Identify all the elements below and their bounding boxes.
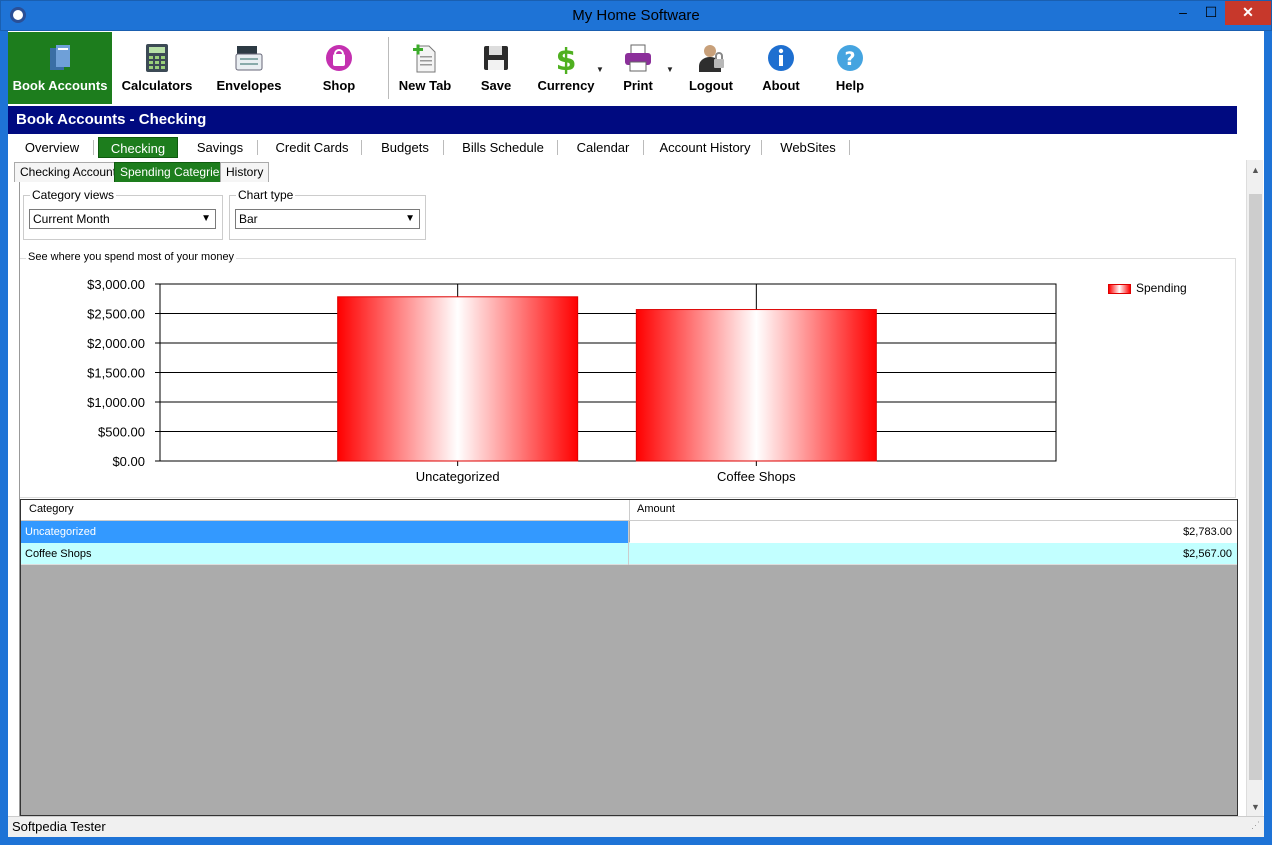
- user-logout-icon: [699, 45, 724, 72]
- main-toolbar: Book Accounts Calculators Envelopes Shop…: [0, 31, 1272, 106]
- about-button[interactable]: About: [748, 32, 814, 104]
- window-frame-right: [1264, 106, 1272, 845]
- subtab-history[interactable]: History: [220, 162, 270, 182]
- x-tick-label: Uncategorized: [416, 469, 500, 484]
- info-icon: [768, 45, 794, 71]
- scroll-down-icon[interactable]: ▼: [1247, 799, 1264, 816]
- amount-cell: $2,567.00: [1183, 548, 1232, 560]
- y-tick-label: $1,000.00: [87, 395, 145, 410]
- maximize-button[interactable]: ☐: [1197, 1, 1225, 25]
- title-bar: My Home Software – ☐ ✕: [0, 0, 1272, 31]
- floppy-disk-icon: [484, 46, 508, 70]
- minimize-button[interactable]: –: [1169, 1, 1197, 25]
- content-panel: Category views Current Month ▼ Chart typ…: [19, 182, 1238, 816]
- spending-table: Category Amount Uncategorized $2,783.00 …: [20, 499, 1238, 816]
- dollar-icon: $: [556, 43, 577, 74]
- legend-swatch: [1108, 284, 1131, 294]
- envelope-icon: [235, 46, 263, 71]
- table-header: Category Amount: [21, 500, 1237, 521]
- y-tick-label: $500.00: [98, 425, 145, 440]
- category-views-group: Category views Current Month ▼: [23, 188, 223, 240]
- scroll-up-icon[interactable]: ▲: [1247, 162, 1264, 179]
- svg-text:?: ?: [844, 48, 855, 70]
- envelopes-button[interactable]: Envelopes: [208, 32, 290, 104]
- close-button[interactable]: ✕: [1225, 1, 1271, 25]
- chart-legend: Spending: [1108, 281, 1218, 297]
- tab-credit-cards[interactable]: Credit Cards: [264, 137, 362, 158]
- category-views-label: Category views: [30, 188, 117, 202]
- chevron-down-icon: ▼: [405, 213, 415, 224]
- category-cell: Uncategorized: [21, 521, 629, 543]
- y-tick-label: $2,000.00: [87, 336, 145, 351]
- window-frame-bottom: [0, 837, 1272, 845]
- chevron-down-icon: ▼: [201, 213, 211, 224]
- calculators-button[interactable]: Calculators: [116, 32, 198, 104]
- question-mark-icon: ?: [837, 45, 863, 71]
- main-tabs: Overview Checking Savings Credit Cards B…: [8, 134, 1246, 160]
- vertical-scrollbar[interactable]: ▲ ▼: [1246, 160, 1263, 816]
- shop-button[interactable]: Shop: [300, 32, 378, 104]
- legend-label: Spending: [1136, 281, 1187, 295]
- new-document-icon: [413, 44, 436, 73]
- y-tick-label: $0.00: [112, 454, 145, 469]
- y-tick-label: $3,000.00: [87, 277, 145, 292]
- column-divider: [629, 500, 630, 521]
- print-dropdown-arrow-icon[interactable]: ▼: [666, 65, 674, 74]
- y-tick-label: $2,500.00: [87, 307, 145, 322]
- chart-type-group: Chart type Bar ▼: [229, 188, 426, 240]
- sub-tabs: Checking Account Spending Categries Hist…: [8, 160, 1246, 182]
- tab-overview[interactable]: Overview: [12, 137, 94, 158]
- window-title: My Home Software: [572, 7, 700, 24]
- calculator-icon: [146, 44, 168, 72]
- books-icon: [50, 45, 70, 70]
- category-views-select[interactable]: Current Month ▼: [29, 209, 216, 229]
- page-title: Book Accounts - Checking: [8, 106, 1237, 134]
- save-button[interactable]: Save: [464, 32, 528, 104]
- scrollbar-thumb[interactable]: [1249, 194, 1262, 780]
- column-header-amount[interactable]: Amount: [637, 503, 675, 515]
- window-frame-left: [0, 106, 8, 845]
- tab-checking[interactable]: Checking: [98, 137, 178, 158]
- tab-websites[interactable]: WebSites: [768, 137, 850, 158]
- print-button[interactable]: Print: [608, 32, 668, 104]
- chart-type-label: Chart type: [236, 188, 296, 202]
- tab-account-history[interactable]: Account History: [650, 137, 762, 158]
- category-cell: Coffee Shops: [21, 543, 629, 565]
- status-bar: Softpedia Tester ⋰: [8, 816, 1264, 837]
- amount-cell: $2,783.00: [630, 521, 1237, 543]
- column-header-category[interactable]: Category: [29, 503, 74, 515]
- currency-dropdown-arrow-icon[interactable]: ▼: [596, 65, 604, 74]
- tab-budgets[interactable]: Budgets: [368, 137, 444, 158]
- shopping-bag-icon: [326, 45, 352, 71]
- chart-type-select[interactable]: Bar ▼: [235, 209, 420, 229]
- tab-bills-schedule[interactable]: Bills Schedule: [450, 137, 558, 158]
- resize-grip-icon[interactable]: ⋰: [1251, 815, 1260, 835]
- currency-button[interactable]: $ Currency: [530, 32, 602, 104]
- table-row[interactable]: Uncategorized $2,783.00: [21, 521, 1237, 543]
- chart-bar: [337, 296, 579, 462]
- tab-savings[interactable]: Savings: [184, 137, 258, 158]
- new-tab-button[interactable]: New Tab: [388, 32, 462, 104]
- logout-button[interactable]: Logout: [678, 32, 744, 104]
- help-button[interactable]: ? Help: [818, 32, 882, 104]
- subtab-spending-categories[interactable]: Spending Categries: [114, 162, 232, 182]
- y-tick-label: $1,500.00: [87, 366, 145, 381]
- table-row[interactable]: Coffee Shops $2,567.00: [21, 543, 1237, 565]
- spending-bar-chart: $0.00 $500.00 $1,000.00 $1,500.00 $2,000.00 $…: [87, 277, 1057, 484]
- book-accounts-button[interactable]: Book Accounts: [8, 32, 112, 104]
- spending-chart-group: See where you spend most of your money $…: [20, 251, 1236, 498]
- tab-calendar[interactable]: Calendar: [564, 137, 644, 158]
- x-tick-label: Coffee Shops: [717, 469, 796, 484]
- status-user: Softpedia Tester: [12, 819, 106, 834]
- printer-icon: [625, 44, 651, 72]
- chart-bar: [635, 309, 877, 462]
- subtab-checking-account[interactable]: Checking Account: [14, 162, 123, 182]
- svg-text:$: $: [556, 43, 577, 74]
